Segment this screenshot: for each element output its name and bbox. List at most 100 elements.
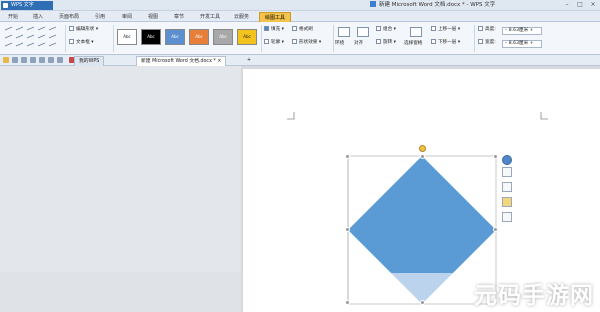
shape-style-swatch-2[interactable]: Abc: [141, 29, 161, 45]
group-button[interactable]: 组合 ▾: [376, 26, 396, 34]
wps-logo-icon: [3, 3, 8, 8]
shape-style-swatch-1[interactable]: Abc: [117, 29, 137, 45]
collapse-float-icon[interactable]: [502, 155, 512, 165]
shape-effects-label: 形状效果: [299, 40, 318, 45]
tab-developer[interactable]: 开发工具: [195, 12, 225, 22]
new-tab-button[interactable]: +: [243, 56, 255, 66]
bring-forward-label: 上移一层: [438, 27, 457, 32]
shape-style-swatch-5[interactable]: Abc: [213, 29, 233, 45]
shape-style-swatch-4[interactable]: Abc: [189, 29, 209, 45]
outline-icon: [264, 39, 269, 44]
tab-insert[interactable]: 插入: [28, 12, 48, 22]
tab-references[interactable]: 引用: [90, 12, 110, 22]
doc-tab-my-wps[interactable]: 我的WPS: [74, 56, 105, 66]
width-input[interactable]: – 8.63厘米 +: [502, 40, 542, 48]
group-label: 组合: [383, 27, 393, 32]
wrap-button[interactable]: 环绕: [335, 40, 344, 48]
margin-crop-mark-left: [287, 112, 295, 120]
height-input[interactable]: – 8.63厘米 +: [502, 27, 542, 35]
shape-effects-icon: [292, 39, 297, 44]
app-name: WPS 文字: [11, 2, 34, 8]
send-backward-icon: [431, 39, 436, 44]
shape-style-swatch-3[interactable]: Abc: [165, 29, 185, 45]
selection-pane-icon[interactable]: [410, 27, 422, 37]
format-painter-button[interactable]: 格式刷: [292, 26, 313, 34]
fill-label: 填充: [271, 27, 281, 32]
resize-handle-top[interactable]: [420, 154, 425, 159]
left-pane-bottom: [0, 272, 241, 312]
undo-icon[interactable]: [39, 57, 45, 63]
maximize-icon[interactable]: □: [575, 0, 585, 10]
save-icon[interactable]: [12, 57, 18, 63]
align-icon[interactable]: [357, 27, 369, 37]
rotate-label: 旋转: [383, 40, 393, 45]
tab-view[interactable]: 视图: [143, 12, 163, 22]
tab-review[interactable]: 审阅: [117, 12, 137, 22]
fill-icon: [264, 26, 269, 31]
selection-pane-button[interactable]: 选择窗格: [404, 40, 422, 48]
wrap-icon[interactable]: [338, 27, 350, 37]
height-icon: [478, 26, 483, 31]
fill-style-icon[interactable]: [502, 197, 512, 207]
tab-cloud[interactable]: 云服务: [229, 12, 254, 22]
ribbon: 编辑形状 ▾ 文本框 ▾ Abc Abc Abc Abc Abc Abc 填充 …: [0, 22, 600, 55]
resize-handle-left[interactable]: [345, 227, 350, 232]
layout-options-icon[interactable]: [502, 167, 512, 177]
width-label: 宽度:: [478, 39, 496, 47]
resize-handle-right[interactable]: [493, 227, 498, 232]
textbox-icon: [69, 39, 74, 44]
height-label: 高度:: [478, 26, 496, 34]
fill-button[interactable]: 填充 ▾: [264, 26, 284, 34]
send-backward-button[interactable]: 下移一层 ▾: [431, 39, 460, 47]
close-icon[interactable]: ×: [588, 0, 598, 10]
brush-icon: [292, 26, 297, 31]
app-menu-button[interactable]: WPS 文字: [1, 1, 53, 10]
resize-handle-bottom[interactable]: [420, 300, 425, 305]
redo-icon[interactable]: [48, 57, 54, 63]
align-button[interactable]: 对齐: [354, 40, 363, 48]
tab-drawing-tools[interactable]: 绘图工具: [259, 12, 292, 22]
width-label-text: 宽度:: [485, 40, 496, 45]
document-icon: [370, 1, 376, 7]
doc-tab-active[interactable]: 新建 Microsoft Word 文档.docx * ×: [136, 56, 227, 66]
outline-label: 轮廓: [271, 40, 281, 45]
shape-edit-icon[interactable]: [502, 212, 512, 222]
outline-style-icon[interactable]: [502, 182, 512, 192]
height-label-text: 高度:: [485, 27, 496, 32]
minimize-icon[interactable]: –: [562, 0, 572, 10]
tab-start[interactable]: 开始: [3, 12, 23, 22]
rotate-icon: [376, 39, 381, 44]
send-backward-label: 下移一层: [438, 40, 457, 45]
window-title: 新建 Microsoft Word 文档.docx * - WPS 文字: [370, 1, 495, 10]
resize-handle-bottom-left[interactable]: [345, 300, 350, 305]
resize-handle-top-left[interactable]: [345, 154, 350, 159]
menu-tab-bar: 开始 插入 页面布局 引用 审阅 视图 章节 开发工具 云服务 绘图工具: [0, 11, 600, 22]
window-title-text: 新建 Microsoft Word 文档.docx * - WPS 文字: [379, 2, 496, 8]
tab-page-layout[interactable]: 页面布局: [54, 12, 84, 22]
bring-forward-button[interactable]: 上移一层 ▾: [431, 26, 460, 34]
rotate-button[interactable]: 旋转 ▾: [376, 39, 396, 47]
textbox-button[interactable]: 文本框 ▾: [69, 39, 94, 47]
shape-style-swatch-6[interactable]: Abc: [237, 29, 257, 45]
margin-crop-mark-right: [540, 112, 548, 120]
left-pane: [0, 66, 241, 272]
edit-shape-label: 编辑形状: [76, 27, 95, 32]
height-value: 8.63厘米: [508, 28, 529, 33]
quick-access-toolbar: 我的WPS 新建 Microsoft Word 文档.docx * × +: [0, 55, 600, 66]
customize-icon[interactable]: [57, 57, 63, 63]
outline-button[interactable]: 轮廓 ▾: [264, 39, 284, 47]
print-preview-icon[interactable]: [21, 57, 27, 63]
group-icon: [376, 26, 381, 31]
line-style-gallery[interactable]: [3, 25, 63, 50]
rotate-handle[interactable]: [419, 145, 426, 152]
doc-tab-active-label: 新建 Microsoft Word 文档.docx *: [141, 59, 216, 64]
print-icon[interactable]: [30, 57, 36, 63]
title-bar: WPS 文字 新建 Microsoft Word 文档.docx * - WPS…: [0, 0, 600, 11]
format-painter-label: 格式刷: [299, 27, 313, 32]
edit-shape-icon: [69, 26, 74, 31]
tab-chapter[interactable]: 章节: [169, 12, 189, 22]
open-folder-icon[interactable]: [3, 57, 9, 63]
resize-handle-top-right[interactable]: [493, 154, 498, 159]
shape-effects-button[interactable]: 形状效果 ▾: [292, 39, 321, 47]
edit-shape-button[interactable]: 编辑形状 ▾: [69, 26, 98, 34]
